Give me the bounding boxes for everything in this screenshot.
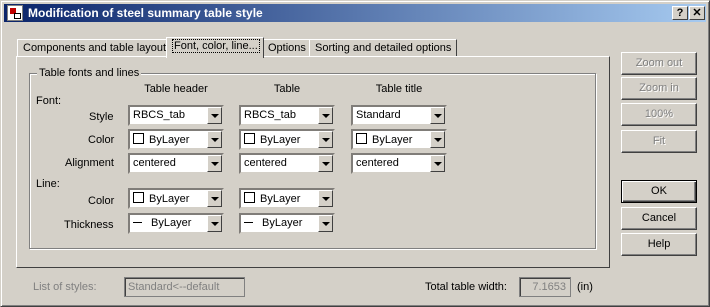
chevron-down-icon[interactable] [318,215,333,232]
alignment-label: Alignment [65,157,114,169]
dropdown-value: ByLayer [149,134,190,146]
thickness-label: Thickness [64,219,114,231]
color-label: Color [88,134,115,146]
dropdown-value: centered [356,157,399,169]
chevron-down-icon[interactable] [430,155,445,172]
ok-button[interactable]: OK [621,180,697,203]
column-header-table: Table [273,83,301,95]
line-color-table-dropdown[interactable]: ByLayer [239,188,335,209]
chevron-down-icon[interactable] [207,215,222,232]
alignment-title-dropdown[interactable]: centered [351,153,447,174]
tab-components-layout[interactable]: Components and table layout [17,39,173,57]
zoom-out-button[interactable]: Zoom out [621,52,697,75]
line-section-label: Line: [36,178,60,190]
zoom-in-button[interactable]: Zoom in [621,77,697,100]
dropdown-value: ByLayer [151,217,192,229]
line-color-label: Color [88,195,115,207]
chevron-down-icon[interactable] [318,190,333,207]
color-swatch-icon [356,133,367,144]
dropdown-value: RBCS_tab [244,109,296,121]
cancel-button[interactable]: Cancel [621,207,697,230]
tab-options[interactable]: Options [262,39,312,57]
dropdown-value: centered [133,157,176,169]
chevron-down-icon[interactable] [207,155,222,172]
column-header-table-title: Table title [375,83,423,95]
color-swatch-icon [244,133,255,144]
tab-label: Font, color, line... [172,39,260,53]
width-unit-label: (in) [577,281,593,293]
chevron-down-icon[interactable] [318,131,333,148]
chevron-down-icon[interactable] [207,190,222,207]
field-value: Standard<--default [128,281,220,293]
alignment-header-dropdown[interactable]: centered [128,153,224,174]
chevron-down-icon[interactable] [207,107,222,124]
style-table-dropdown[interactable]: RBCS_tab [239,105,335,126]
close-button[interactable]: ✕ [689,6,705,20]
total-width-field[interactable]: 7.1653 [519,277,571,297]
tab-label: Options [268,42,306,54]
alignment-table-dropdown[interactable]: centered [239,153,335,174]
zoom-100-button[interactable]: 100% [621,103,697,126]
style-title-dropdown[interactable]: Standard [351,105,447,126]
column-header-table-header: Table header [144,83,208,95]
help-title-button[interactable]: ? [672,6,688,20]
list-of-styles-field[interactable]: Standard<--default [124,277,245,297]
chevron-down-icon[interactable] [207,131,222,148]
line-color-header-dropdown[interactable]: ByLayer [128,188,224,209]
dropdown-value: ByLayer [149,193,190,205]
help-button[interactable]: Help [621,233,697,256]
dialog-window: Modification of steel summary table styl… [0,0,710,307]
title-bar: Modification of steel summary table styl… [4,4,706,22]
chevron-down-icon[interactable] [430,107,445,124]
tab-label: Sorting and detailed options [315,42,452,54]
color-swatch-icon [133,133,144,144]
line-weight-icon [133,222,142,223]
fit-button[interactable]: Fit [621,130,697,153]
color-swatch-icon [133,192,144,203]
list-of-styles-label: List of styles: [33,281,97,293]
style-label: Style [89,111,114,123]
font-section-label: Font: [36,95,62,107]
dropdown-value: ByLayer [262,217,303,229]
app-icon [7,5,23,21]
tab-font-color-line[interactable]: Font, color, line... [166,37,264,58]
dropdown-value: RBCS_tab [133,109,185,121]
dropdown-value: ByLayer [260,193,301,205]
thickness-header-dropdown[interactable]: ByLayer [128,213,224,234]
chevron-down-icon[interactable] [318,107,333,124]
tab-sorting-options[interactable]: Sorting and detailed options [309,39,458,57]
chevron-down-icon[interactable] [318,155,333,172]
dropdown-value: ByLayer [372,134,413,146]
total-width-label: Total table width: [425,281,507,293]
color-title-dropdown[interactable]: ByLayer [351,129,447,150]
line-weight-icon [244,222,253,223]
style-header-dropdown[interactable]: RBCS_tab [128,105,224,126]
color-swatch-icon [244,192,255,203]
dropdown-value: centered [244,157,287,169]
field-value: 7.1653 [532,281,566,293]
thickness-table-dropdown[interactable]: ByLayer [239,213,335,234]
window-title: Modification of steel summary table styl… [28,6,263,20]
dropdown-value: Standard [356,109,401,121]
color-header-dropdown[interactable]: ByLayer [128,129,224,150]
tab-label: Components and table layout [23,42,167,54]
dropdown-value: ByLayer [260,134,301,146]
group-title: Table fonts and lines [37,67,142,79]
color-table-dropdown[interactable]: ByLayer [239,129,335,150]
chevron-down-icon[interactable] [430,131,445,148]
